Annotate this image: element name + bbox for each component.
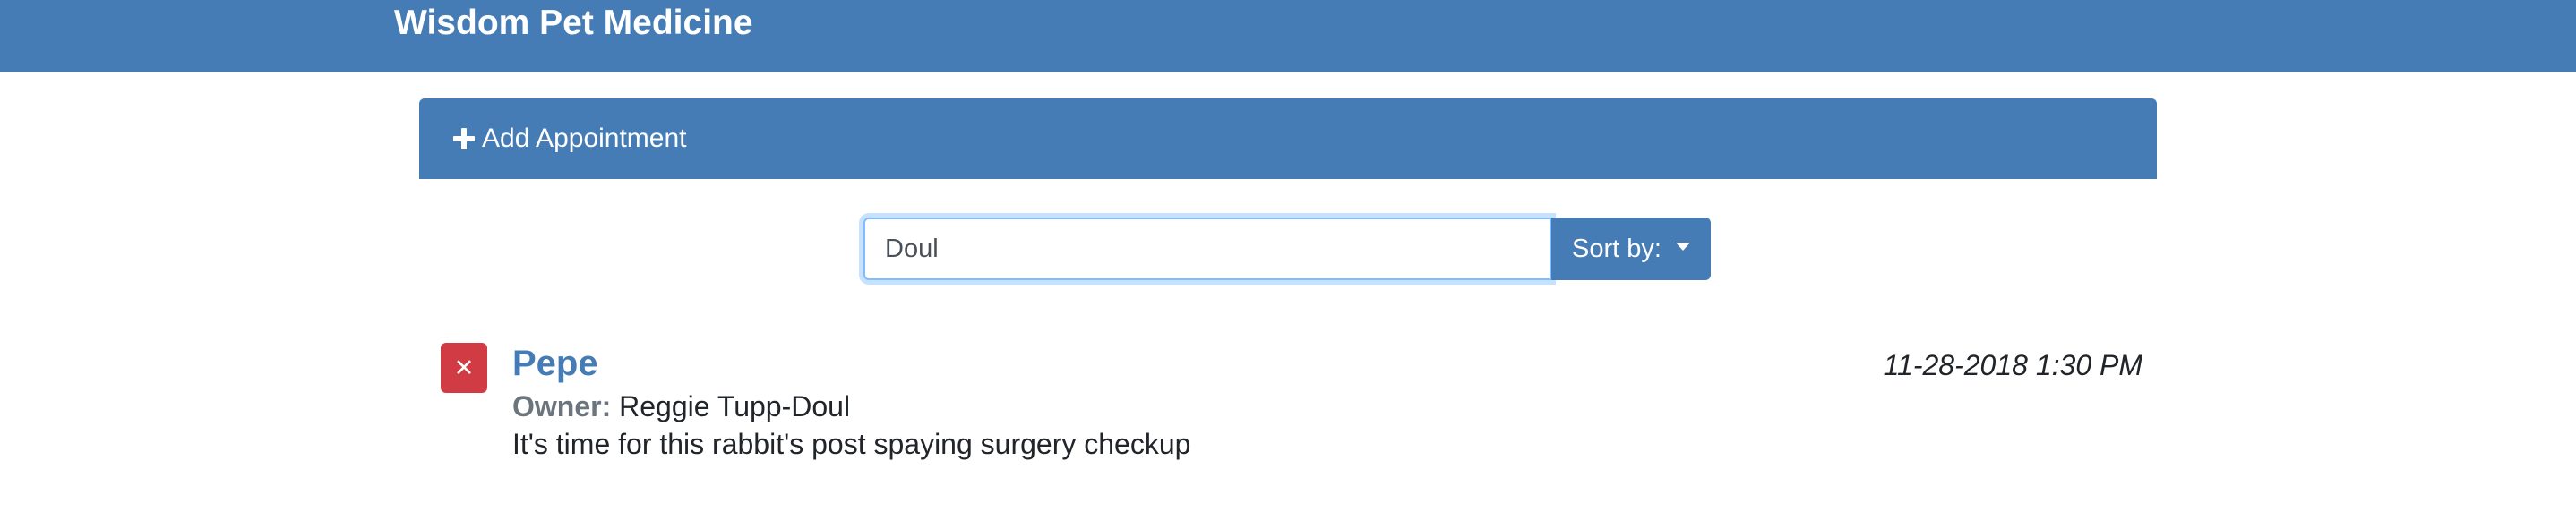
appointment-notes: It's time for this rabbit's post spaying… <box>512 428 1191 460</box>
navbar: Wisdom Pet Medicine <box>0 0 2576 72</box>
delete-appointment-button[interactable]: ✕ <box>441 343 487 393</box>
add-appointment-label: Add Appointment <box>482 124 687 153</box>
search-group: Sort by: <box>863 218 1711 280</box>
caret-down-icon <box>1675 242 1690 251</box>
brand-title[interactable]: Wisdom Pet Medicine <box>394 0 753 47</box>
appointment-date: 11-28-2018 1:30 PM <box>1883 349 2142 381</box>
owner-label: Owner: <box>512 390 612 422</box>
owner-name: Reggie Tupp-Doul <box>619 390 851 422</box>
pet-name[interactable]: Pepe <box>512 340 598 387</box>
add-appointment-button[interactable]: Add Appointment <box>419 98 2157 179</box>
close-icon: ✕ <box>453 354 475 382</box>
sort-dropdown-button[interactable]: Sort by: <box>1551 218 1711 280</box>
owner-line: Owner: Reggie Tupp-Doul <box>512 387 850 426</box>
appointment-item: ✕ Pepe 11-28-2018 1:30 PM Owner: Reggie … <box>441 340 2142 465</box>
sort-label: Sort by: <box>1572 234 1662 263</box>
plus-icon <box>453 128 475 149</box>
search-input[interactable] <box>863 218 1551 280</box>
